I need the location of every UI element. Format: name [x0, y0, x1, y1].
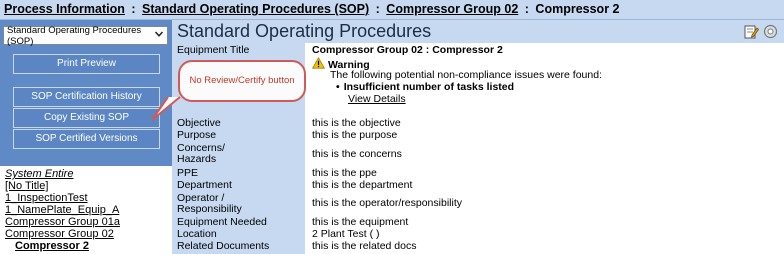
sop-detail-panel: Standard Operating Procedures Equipment … — [172, 20, 784, 254]
title-bar: Standard Operating Procedures — [172, 20, 784, 43]
field-value-concerns-hazards: this is the concerns — [312, 148, 402, 160]
breadcrumb-link-group[interactable]: Compressor Group 02 — [386, 2, 518, 16]
field-label-related-documents: Related Documents — [177, 240, 270, 252]
equipment-title-label: Equipment Title — [177, 44, 250, 56]
tree-item-inspection-test[interactable]: 1_InspectionTest — [5, 192, 167, 204]
tree-item-compressor-group-01a[interactable]: Compressor Group 01a — [5, 216, 167, 228]
warning-message: The following potential non-compliance i… — [330, 69, 602, 81]
field-value-operator-responsibility: this is the operator/responsibility — [312, 197, 462, 209]
print-preview-button[interactable]: Print Preview — [13, 54, 160, 74]
breadcrumb-link-sop[interactable]: Standard Operating Procedures (SOP) — [142, 2, 369, 16]
field-label-department: Department — [177, 179, 232, 191]
chevron-down-icon — [154, 29, 164, 42]
tree-item-system-entire[interactable]: System Entire — [5, 168, 167, 180]
field-value-related-documents: this is the related docs — [312, 240, 417, 252]
field-label-purpose: Purpose — [177, 129, 217, 141]
annotation-callout-tail — [151, 96, 181, 121]
settings-icon[interactable] — [763, 24, 778, 39]
warning-icon — [311, 56, 326, 72]
field-value-equipment-needed: this is the equipment — [312, 216, 409, 228]
edit-icon[interactable] — [744, 24, 759, 39]
page-title: Standard Operating Procedures — [177, 21, 432, 41]
copy-existing-sop-button[interactable]: Copy Existing SOP — [13, 108, 160, 128]
field-value-location: 2 Plant Test ( ) — [312, 228, 380, 240]
tree-item-compressor-2[interactable]: Compressor 2 — [5, 240, 167, 252]
sop-type-select[interactable]: Standard Operating Procedures (SOP) — [3, 24, 168, 47]
field-label-operator-responsibility: Operator / Responsibility — [177, 192, 242, 215]
field-value-ppe: this is the ppe — [312, 167, 377, 179]
field-label-equipment-needed: Equipment Needed — [177, 216, 267, 228]
view-details-link[interactable]: View Details — [348, 93, 406, 105]
warning-issue-text: Insufficient number of tasks listed — [343, 81, 515, 93]
tree-item-compressor-group-02[interactable]: Compressor Group 02 — [5, 228, 167, 240]
sop-certified-versions-button[interactable]: SOP Certified Versions — [13, 129, 160, 149]
breadcrumb-separator: : — [524, 2, 529, 16]
field-value-objective: this is the objective — [312, 117, 401, 129]
warning-issue-item: • Insufficient number of tasks listed — [336, 81, 515, 93]
field-label-ppe: PPE — [177, 167, 199, 179]
annotation-callout: No Review/Certify button — [178, 60, 306, 102]
breadcrumb-separator: : — [131, 2, 136, 16]
tree-item-no-title[interactable]: [No Title] — [5, 180, 167, 192]
field-value-department: this is the department — [312, 179, 413, 191]
sop-certification-history-button[interactable]: SOP Certification History — [13, 87, 160, 107]
breadcrumb-current: Compressor 2 — [535, 2, 620, 16]
field-label-concerns-hazards: Concerns/ Hazards — [177, 142, 225, 165]
breadcrumb: Process Information : Standard Operating… — [0, 0, 784, 20]
field-label-location: Location — [177, 228, 217, 240]
field-value-purpose: this is the purpose — [312, 129, 398, 141]
breadcrumb-separator: : — [375, 2, 380, 16]
breadcrumb-prefix: Process Information — [4, 2, 125, 16]
tree-item-nameplate-equip-a[interactable]: 1_NamePlate_Equip_A — [5, 204, 167, 216]
equipment-title-value: Compressor Group 02 : Compressor 2 — [312, 44, 503, 56]
sidebar: Standard Operating Procedures (SOP) Prin… — [0, 20, 172, 254]
equipment-tree: System Entire [No Title] 1_InspectionTes… — [0, 166, 172, 254]
sop-type-select-value: Standard Operating Procedures (SOP) — [7, 24, 142, 47]
